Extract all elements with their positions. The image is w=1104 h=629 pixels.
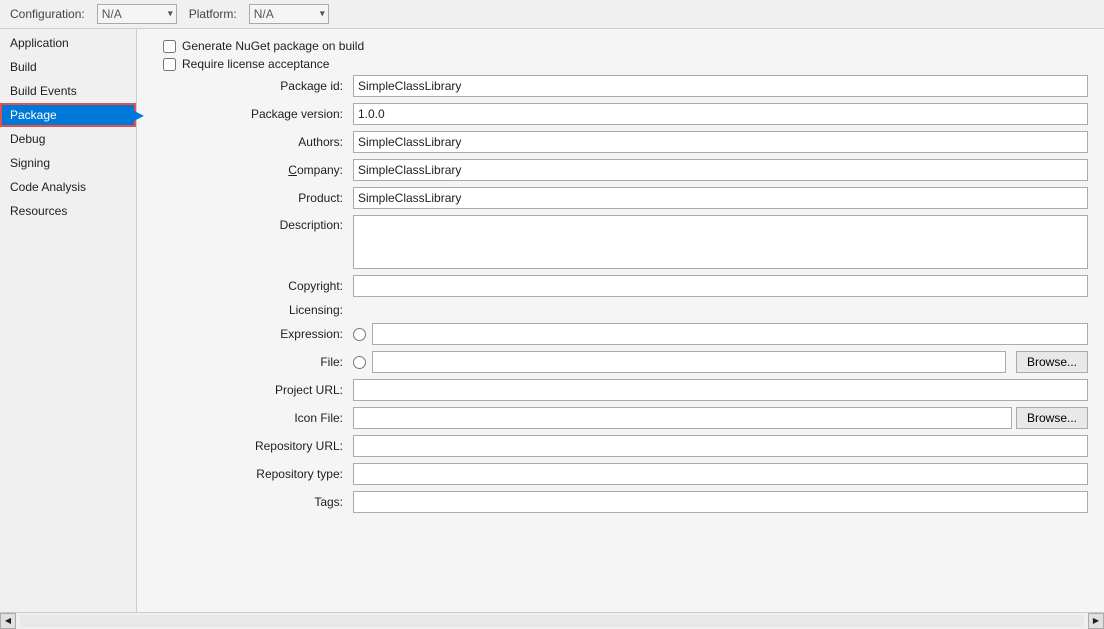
scroll-right-button[interactable]: ▶ xyxy=(1088,613,1104,629)
expression-radio[interactable] xyxy=(353,328,366,341)
repository-type-label: Repository type: xyxy=(153,467,353,481)
package-version-label: Package version: xyxy=(153,107,353,121)
company-label: Company: xyxy=(153,163,353,177)
project-url-label: Project URL: xyxy=(153,383,353,397)
package-version-input[interactable] xyxy=(353,103,1088,125)
top-bar: Configuration: N/A Platform: N/A xyxy=(0,0,1104,29)
repository-type-input[interactable] xyxy=(353,463,1088,485)
form-area: Generate NuGet package on build Require … xyxy=(137,29,1104,612)
scroll-left-button[interactable]: ◀ xyxy=(0,613,16,629)
sidebar-item-debug[interactable]: Debug xyxy=(0,127,136,151)
configuration-label: Configuration: xyxy=(10,7,85,21)
description-label: Description: xyxy=(153,215,353,232)
require-license-row: Require license acceptance xyxy=(153,57,1088,71)
icon-file-browse-button[interactable]: Browse... xyxy=(1016,407,1088,429)
sidebar-item-application[interactable]: Application xyxy=(0,31,136,55)
main-content: Application Build Build Events Package D… xyxy=(0,29,1104,612)
authors-label: Authors: xyxy=(153,135,353,149)
sidebar-item-build[interactable]: Build xyxy=(0,55,136,79)
expression-label: Expression: xyxy=(153,327,353,341)
package-id-row: Package id: xyxy=(153,75,1088,97)
sidebar: Application Build Build Events Package D… xyxy=(0,29,137,612)
generate-nuget-label: Generate NuGet package on build xyxy=(182,39,364,53)
configuration-select[interactable]: N/A xyxy=(97,4,177,24)
tags-row: Tags: xyxy=(153,491,1088,513)
repository-url-input[interactable] xyxy=(353,435,1088,457)
file-radio[interactable] xyxy=(353,356,366,369)
expression-row: Expression: xyxy=(153,323,1088,345)
licensing-label: Licensing: xyxy=(153,303,353,317)
horizontal-scrollbar-track[interactable] xyxy=(20,615,1084,627)
repository-type-row: Repository type: xyxy=(153,463,1088,485)
authors-input[interactable] xyxy=(353,131,1088,153)
bottom-scrollbar: ◀ ▶ xyxy=(0,612,1104,628)
company-row: Company: xyxy=(153,159,1088,181)
file-label: File: xyxy=(153,355,353,369)
file-browse-button[interactable]: Browse... xyxy=(1016,351,1088,373)
sidebar-item-signing[interactable]: Signing xyxy=(0,151,136,175)
generate-nuget-row: Generate NuGet package on build xyxy=(153,39,1088,53)
sidebar-item-resources[interactable]: Resources xyxy=(0,199,136,223)
file-input-wrap: Browse... xyxy=(353,351,1088,373)
sidebar-item-package[interactable]: Package xyxy=(0,103,136,127)
configuration-select-wrap[interactable]: N/A xyxy=(97,4,177,24)
package-id-label: Package id: xyxy=(153,79,353,93)
icon-file-input[interactable] xyxy=(353,407,1012,429)
tags-input[interactable] xyxy=(353,491,1088,513)
sidebar-item-code-analysis[interactable]: Code Analysis xyxy=(0,175,136,199)
expression-input[interactable] xyxy=(372,323,1088,345)
platform-select-wrap[interactable]: N/A xyxy=(249,4,329,24)
generate-nuget-checkbox[interactable] xyxy=(163,40,176,53)
repository-url-row: Repository URL: xyxy=(153,435,1088,457)
licensing-row: Licensing: xyxy=(153,303,1088,317)
platform-label: Platform: xyxy=(189,7,237,21)
copyright-label: Copyright: xyxy=(153,279,353,293)
description-input[interactable] xyxy=(353,215,1088,269)
icon-file-row: Icon File: Browse... xyxy=(153,407,1088,429)
product-input[interactable] xyxy=(353,187,1088,209)
product-label: Product: xyxy=(153,191,353,205)
company-input[interactable] xyxy=(353,159,1088,181)
description-row: Description: xyxy=(153,215,1088,269)
tags-label: Tags: xyxy=(153,495,353,509)
product-row: Product: xyxy=(153,187,1088,209)
project-url-input[interactable] xyxy=(353,379,1088,401)
platform-select[interactable]: N/A xyxy=(249,4,329,24)
require-license-checkbox[interactable] xyxy=(163,58,176,71)
require-license-label: Require license acceptance xyxy=(182,57,329,71)
package-id-input[interactable] xyxy=(353,75,1088,97)
file-row: File: Browse... xyxy=(153,351,1088,373)
authors-row: Authors: xyxy=(153,131,1088,153)
package-version-row: Package version: xyxy=(153,103,1088,125)
copyright-input[interactable] xyxy=(353,275,1088,297)
copyright-row: Copyright: xyxy=(153,275,1088,297)
icon-file-label: Icon File: xyxy=(153,411,353,425)
project-url-row: Project URL: xyxy=(153,379,1088,401)
file-input[interactable] xyxy=(372,351,1006,373)
sidebar-item-build-events[interactable]: Build Events xyxy=(0,79,136,103)
expression-input-wrap xyxy=(353,323,1088,345)
repository-url-label: Repository URL: xyxy=(153,439,353,453)
